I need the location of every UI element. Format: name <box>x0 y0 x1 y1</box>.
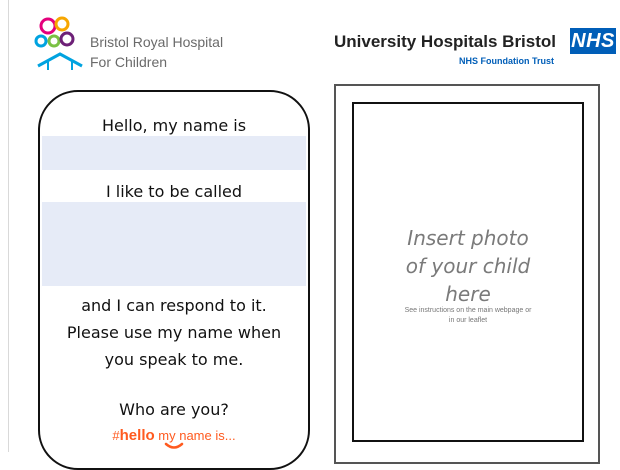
logo-line-hospital: Bristol Royal Hospital <box>90 34 224 50</box>
uhb-nhs-logo: University Hospitals Bristol NHS NHS Fou… <box>334 24 616 74</box>
photo-note-line: in our leaflet <box>448 317 488 324</box>
respond-line: and I can respond to it. <box>81 296 267 315</box>
photo-prompt-line: here <box>445 282 491 306</box>
photo-frame-outer: Insert photo of your child here See inst… <box>334 84 600 464</box>
photo-prompt-line: of your child <box>405 254 531 278</box>
uhb-name: University Hospitals Bristol <box>334 32 557 51</box>
hello-line: Hello, my name is <box>101 116 247 135</box>
balloons-logo-icon <box>34 16 83 70</box>
page-edge-divider <box>8 0 9 452</box>
name-card: Hello, my name is I like to be called an… <box>38 90 310 470</box>
photo-prompt-line: Insert photo <box>407 226 529 250</box>
respond-line: you speak to me. <box>104 350 244 369</box>
photo-placeholder[interactable]: Insert photo of your child here See inst… <box>352 102 584 442</box>
name-input-field[interactable] <box>42 136 306 170</box>
nhs-trust-label: NHS Foundation Trust <box>459 56 554 66</box>
my-name-is-text: my name is... <box>158 428 236 443</box>
photo-prompt: Insert photo of your child here <box>354 224 582 308</box>
photo-note-line: See instructions on the main webpage or <box>404 307 532 314</box>
logo-line-for-children: For Children <box>90 54 168 70</box>
nhs-badge: NHS <box>570 28 616 54</box>
preferred-name-input-field[interactable] <box>42 202 306 286</box>
hello-word: hello <box>119 427 155 444</box>
bristol-childrens-logo: Bristol Royal Hospital For Children <box>34 14 264 76</box>
bristol-childrens-logo-text: Bristol Royal Hospital For Children <box>90 32 223 72</box>
hashtag-symbol: # <box>112 428 120 443</box>
respond-text: and I can respond to it. Please use my n… <box>40 292 308 373</box>
smile-icon <box>164 442 184 449</box>
called-line: I like to be called <box>105 182 243 201</box>
photo-instructions-note: See instructions on the main webpage or … <box>366 306 570 326</box>
respond-line: Please use my name when <box>66 323 282 342</box>
who-are-you-line: Who are you? <box>119 400 229 419</box>
